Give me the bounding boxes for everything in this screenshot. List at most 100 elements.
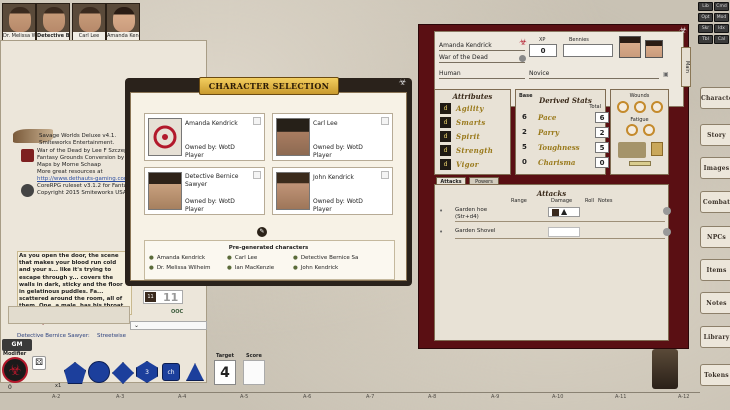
- sidebar-combat[interactable]: Combat: [700, 191, 730, 213]
- attribute-die[interactable]: d: [440, 159, 451, 170]
- link-icon[interactable]: [519, 55, 526, 62]
- stat-parry[interactable]: 2 Parry 2: [520, 127, 612, 140]
- stat-total[interactable]: 5: [595, 142, 609, 153]
- shaken-token-icon[interactable]: [651, 142, 663, 156]
- character-card[interactable]: Detective Bernice Sawyer Owned by: WotD …: [144, 167, 265, 215]
- modifier-biohazard-icon[interactable]: ☣: [2, 357, 28, 383]
- identity-select[interactable]: ⌄: [130, 321, 207, 330]
- chat-link[interactable]: http://www.dethauts-gaming.com: [37, 176, 129, 183]
- sidebar-images[interactable]: Images: [700, 157, 730, 179]
- wound-marker[interactable]: [617, 101, 629, 113]
- portrait-amanda[interactable]: Amanda Kendrick: [106, 3, 140, 41]
- character-card[interactable]: Amanda Kendrick Owned by: WotD Player: [144, 113, 265, 161]
- fatigue-marker[interactable]: [643, 124, 655, 136]
- d6-blue-die-icon[interactable]: ch: [162, 363, 180, 381]
- pregen-item[interactable]: John Kendrick: [293, 265, 338, 271]
- sidebar-items[interactable]: Items: [700, 259, 730, 281]
- wound-marker[interactable]: [634, 101, 646, 113]
- attribute-die[interactable]: d: [440, 145, 451, 156]
- tool-button[interactable]: Lib: [698, 2, 713, 11]
- portrait-bernice[interactable]: Detective Bernice: [36, 3, 70, 41]
- xp-label: XP: [539, 37, 546, 43]
- pregen-item[interactable]: Detective Bernice Sa: [293, 255, 359, 261]
- dice-multiplier: x1: [55, 383, 62, 389]
- attribute-die[interactable]: d: [440, 103, 451, 114]
- race-field[interactable]: Human: [439, 69, 525, 79]
- character-card[interactable]: Carl Lee Owned by: WotD Player: [272, 113, 393, 161]
- tool-button[interactable]: Opt: [698, 13, 713, 22]
- pregen-item[interactable]: Dr. Melissa Wilheim: [149, 265, 211, 271]
- drag-handle-icon[interactable]: •: [439, 228, 443, 236]
- attribute-agility[interactable]: d Agility: [440, 103, 508, 115]
- tab-main[interactable]: Main: [681, 47, 691, 87]
- sidebar-characters[interactable]: Characters: [700, 87, 730, 109]
- gm-identity[interactable]: GM: [2, 339, 32, 351]
- portrait-melissa[interactable]: Dr. Melissa Wilhelm: [2, 3, 36, 41]
- portrait-carl[interactable]: Carl Lee: [72, 3, 106, 41]
- character-card[interactable]: John Kendrick Owned by: WotD Player: [272, 167, 393, 215]
- name-field[interactable]: Amanda Kendrick: [439, 41, 525, 51]
- pregen-item[interactable]: Amanda Kendrick: [149, 255, 205, 261]
- edit-pencil-icon[interactable]: ✎: [257, 227, 267, 237]
- sidebar-tokens[interactable]: Tokens: [700, 364, 730, 386]
- d6-white-die-icon[interactable]: ⚄: [32, 356, 46, 370]
- sidebar-library[interactable]: Library: [700, 326, 730, 348]
- setting-field[interactable]: War of the Dead: [439, 53, 525, 63]
- wound-marker[interactable]: [651, 101, 663, 113]
- target-value[interactable]: 4: [214, 360, 236, 385]
- chat-entry-area[interactable]: [8, 306, 130, 324]
- attribute-strength[interactable]: d Strength: [440, 145, 508, 157]
- attack-detail-icon[interactable]: [663, 207, 671, 215]
- chat-line: Smiteworks Entertainment.: [39, 140, 115, 146]
- rank-field[interactable]: Novice: [529, 69, 659, 79]
- tool-button[interactable]: Idx: [714, 24, 729, 33]
- pregen-item[interactable]: Carl Lee: [227, 255, 257, 261]
- stat-total[interactable]: 6: [595, 112, 609, 123]
- attribute-vigor[interactable]: d Vigor: [440, 159, 508, 171]
- sheet-portrait[interactable]: [619, 36, 641, 58]
- d12-die-icon[interactable]: [88, 361, 110, 383]
- attack-detail-icon[interactable]: [663, 228, 671, 236]
- attribute-smarts[interactable]: d Smarts: [440, 117, 508, 129]
- lighting-tower-icon: [652, 349, 678, 389]
- score-value[interactable]: [243, 360, 265, 385]
- biohazard-close-icon[interactable]: ☣: [397, 78, 408, 89]
- sheet-token[interactable]: [645, 40, 663, 58]
- ooc-label[interactable]: OOC: [171, 309, 183, 315]
- tool-button[interactable]: Tbl: [698, 35, 713, 44]
- biohazard-token-icon: [148, 118, 182, 156]
- stat-total[interactable]: 0: [595, 157, 609, 168]
- card-checkbox[interactable]: [253, 171, 261, 179]
- card-checkbox[interactable]: [381, 117, 389, 125]
- attribute-die[interactable]: d: [440, 131, 451, 142]
- sheet-close-icon[interactable]: ☣: [679, 26, 687, 36]
- damage-roll-button[interactable]: ▲: [548, 207, 580, 217]
- sidebar-npcs[interactable]: NPCs: [700, 226, 730, 248]
- card-checkbox[interactable]: [381, 171, 389, 179]
- stat-toughness[interactable]: 5 Toughness 5: [520, 142, 612, 155]
- attributes-section: Attributes d Agility d Smarts d Spirit d Str…: [434, 89, 511, 175]
- settings-icon[interactable]: ▣: [663, 71, 669, 78]
- attribute-spirit[interactable]: d Spirit: [440, 131, 508, 143]
- tool-button[interactable]: Mod: [714, 13, 729, 22]
- bennies-field[interactable]: [563, 44, 613, 57]
- stat-pace[interactable]: 6 Pace 6: [520, 112, 612, 125]
- chat-counter-small: 11: [145, 292, 156, 302]
- incapacitated-badge-icon[interactable]: [618, 142, 646, 158]
- attack-name[interactable]: Garden hoe: [455, 207, 487, 213]
- sidebar-story[interactable]: Story: [700, 124, 730, 146]
- fatigue-marker[interactable]: [626, 124, 638, 136]
- attack-name[interactable]: Garden Shovel: [455, 228, 495, 234]
- tool-button[interactable]: Cmd: [714, 2, 729, 11]
- pregen-item[interactable]: Ian MacKenzie: [227, 265, 274, 271]
- sidebar-notes[interactable]: Notes: [700, 292, 730, 314]
- stat-charisma[interactable]: 0 Charisma 0: [520, 157, 612, 170]
- drag-handle-icon[interactable]: •: [439, 207, 443, 215]
- tool-button[interactable]: Skr: [698, 24, 713, 33]
- damage-roll-button[interactable]: [548, 227, 580, 237]
- card-checkbox[interactable]: [253, 117, 261, 125]
- attribute-die[interactable]: d: [440, 117, 451, 128]
- stat-total[interactable]: 2: [595, 127, 609, 138]
- xp-value[interactable]: 0: [529, 44, 557, 57]
- tool-button[interactable]: Cal: [714, 35, 729, 44]
